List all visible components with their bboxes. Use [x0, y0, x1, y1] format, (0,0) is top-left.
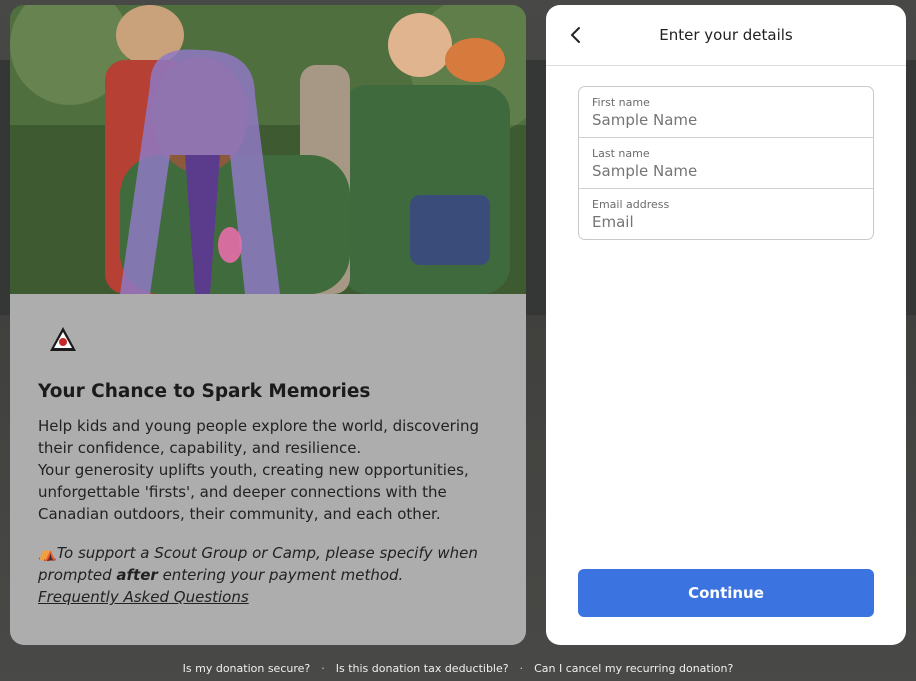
last-name-label: Last name: [592, 147, 650, 160]
description-paragraph-2: Your generosity uplifts youth, creating …: [38, 461, 469, 523]
footer-link-tax-deductible[interactable]: Is this donation tax deductible?: [336, 662, 509, 675]
last-name-field: Last name: [579, 138, 873, 189]
card-title: Your Chance to Spark Memories: [38, 381, 371, 402]
description-paragraph-1: Help kids and young people explore the w…: [38, 417, 480, 457]
first-name-field: First name: [579, 87, 873, 138]
footer-link-secure[interactable]: Is my donation secure?: [183, 662, 311, 675]
first-name-label: First name: [592, 96, 650, 109]
scout-group-note: ⛺To support a Scout Group or Camp, pleas…: [38, 542, 508, 608]
card-description: Help kids and young people explore the w…: [38, 415, 508, 525]
faq-link[interactable]: Frequently Asked Questions: [38, 588, 249, 606]
first-name-input[interactable]: [592, 111, 862, 129]
continue-button[interactable]: Continue: [578, 569, 874, 617]
footer-link-cancel-recurring[interactable]: Can I cancel my recurring donation?: [534, 662, 733, 675]
note-text-bold: after: [116, 566, 158, 584]
hero-photo-illustration: [10, 5, 526, 294]
email-field: Email address: [579, 189, 873, 239]
email-input[interactable]: [592, 213, 862, 231]
info-card: Your Chance to Spark Memories Help kids …: [10, 5, 526, 645]
hero-image: [10, 5, 526, 294]
form-title: Enter your details: [659, 26, 793, 44]
footer-separator: ·: [321, 662, 325, 675]
details-form-card: Enter your details First name Last name …: [546, 5, 906, 645]
last-name-input[interactable]: [592, 162, 862, 180]
form-header: Enter your details: [546, 5, 906, 66]
footer-separator: ·: [519, 662, 524, 675]
scouts-canada-logo: [50, 327, 76, 351]
name-email-fields: First name Last name Email address: [578, 86, 874, 240]
note-text-after: entering your payment method.: [157, 566, 404, 584]
footer-faq-links: Is my donation secure? · Is this donation …: [0, 656, 916, 681]
email-label: Email address: [592, 198, 670, 211]
tent-icon: ⛺: [38, 544, 57, 562]
